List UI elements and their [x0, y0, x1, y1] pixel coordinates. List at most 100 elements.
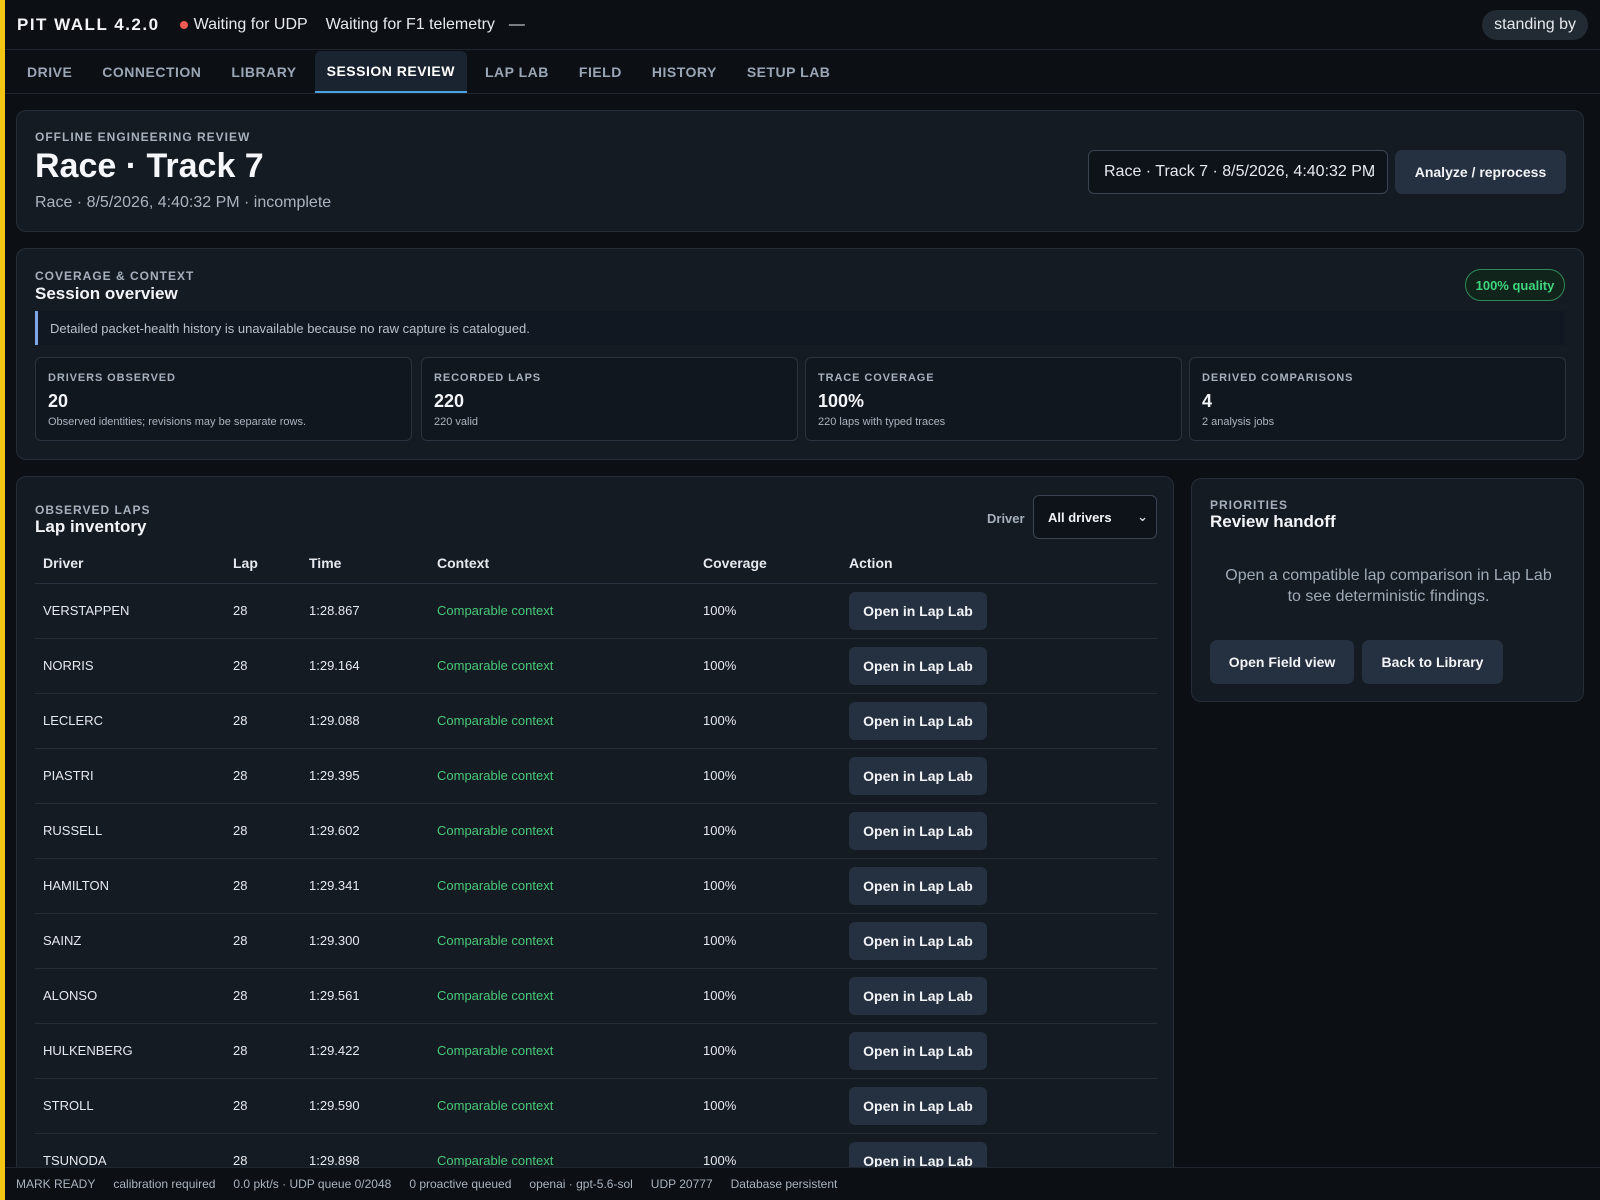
- priorities-title: Review handoff: [1210, 512, 1336, 531]
- session-header-panel: OFFLINE ENGINEERING REVIEW Race · Track …: [16, 110, 1584, 232]
- cell-lap: 28: [225, 803, 301, 859]
- lap-inventory-panel: OBSERVED LAPS Lap inventory Driver All d…: [16, 476, 1174, 1200]
- open-in-lap-lab-button[interactable]: Open in Lap Lab: [849, 646, 987, 685]
- cell-driver: LECLERC: [35, 693, 225, 749]
- table-row: HULKENBERG 28 1:29.422 Comparable context 10…: [35, 1023, 1157, 1079]
- status-model: openai · gpt-5.6-sol: [529, 1177, 633, 1191]
- standby-badge: standing by: [1482, 9, 1588, 40]
- cell-coverage: 100%: [695, 858, 841, 914]
- coverage-panel: COVERAGE & CONTEXT Session overview 100%…: [16, 248, 1584, 460]
- table-row: RUSSELL 28 1:29.602 Comparable context 100% O…: [35, 803, 1157, 859]
- column-header-action: Action: [841, 543, 1157, 584]
- table-row: STROLL 28 1:29.590 Comparable context 100% Op…: [35, 1078, 1157, 1134]
- telemetry-status: Waiting for F1 telemetry: [325, 15, 495, 33]
- cell-context: Comparable context: [429, 1023, 695, 1079]
- cell-time: 1:29.602: [301, 803, 429, 859]
- status-calibration: calibration required: [113, 1177, 216, 1191]
- tab-setup-lab[interactable]: SETUP LAB: [735, 51, 843, 93]
- column-header-coverage: Coverage: [695, 543, 841, 584]
- coverage-title: Session overview: [35, 284, 178, 303]
- udp-status-text: Waiting for UDP: [193, 15, 308, 33]
- stat-value: 220: [434, 391, 465, 411]
- cell-lap: 28: [225, 858, 301, 914]
- packet-health-notice: Detailed packet-health history is unavai…: [35, 311, 1565, 345]
- cell-context: Comparable context: [429, 803, 695, 859]
- stat-value: 20: [48, 391, 69, 411]
- priorities-eyebrow: PRIORITIES: [1210, 498, 1289, 512]
- stat-label: TRACE COVERAGE: [818, 372, 935, 384]
- cell-lap: 28: [225, 968, 301, 1024]
- coverage-eyebrow: COVERAGE & CONTEXT: [35, 269, 195, 283]
- cell-context: Comparable context: [429, 583, 695, 639]
- cell-driver: NORRIS: [35, 638, 225, 694]
- column-header-driver: Driver: [35, 543, 225, 584]
- column-header-context: Context: [429, 543, 695, 584]
- open-in-lap-lab-button[interactable]: Open in Lap Lab: [849, 1031, 987, 1070]
- stat-drivers-observed: DRIVERS OBSERVED 20 Observed identities;…: [35, 357, 412, 441]
- cell-context: Comparable context: [429, 913, 695, 969]
- table-row: NORRIS 28 1:29.164 Comparable context 100% Op…: [35, 638, 1157, 694]
- cell-time: 1:28.867: [301, 583, 429, 639]
- open-field-view-button[interactable]: Open Field view: [1210, 640, 1354, 684]
- cell-context: Comparable context: [429, 968, 695, 1024]
- session-select-value: Race · Track 7 · 8/5/2026, 4:40:32 PM: [1104, 163, 1376, 180]
- cell-time: 1:29.561: [301, 968, 429, 1024]
- status-bar: MARK READY calibration required 0.0 pkt/…: [5, 1167, 1600, 1200]
- cell-coverage: 100%: [695, 583, 841, 639]
- cell-driver: PIASTRI: [35, 748, 225, 804]
- session-select[interactable]: Race · Track 7 · 8/5/2026, 4:40:32 PM ⌄: [1088, 150, 1388, 194]
- lap-table-header: Driver Lap Time Context Coverage Action: [35, 543, 1157, 584]
- tab-session-review[interactable]: SESSION REVIEW: [314, 50, 467, 93]
- open-in-lap-lab-button[interactable]: Open in Lap Lab: [849, 1086, 987, 1125]
- column-header-lap: Lap: [225, 543, 301, 584]
- open-in-lap-lab-button[interactable]: Open in Lap Lab: [849, 811, 987, 850]
- quality-badge: 100% quality: [1465, 269, 1565, 301]
- cell-coverage: 100%: [695, 693, 841, 749]
- back-to-library-button[interactable]: Back to Library: [1362, 640, 1503, 684]
- open-in-lap-lab-button[interactable]: Open in Lap Lab: [849, 701, 987, 740]
- cell-driver: VERSTAPPEN: [35, 583, 225, 639]
- tab-lap-lab[interactable]: LAP LAB: [473, 51, 561, 93]
- tab-history[interactable]: HISTORY: [640, 51, 729, 93]
- tab-field[interactable]: FIELD: [567, 51, 634, 93]
- cell-context: Comparable context: [429, 748, 695, 804]
- cell-lap: 28: [225, 748, 301, 804]
- open-in-lap-lab-button[interactable]: Open in Lap Lab: [849, 921, 987, 960]
- top-bar: PIT WALL 4.2.0 Waiting for UDP Waiting f…: [5, 0, 1600, 50]
- stat-label: RECORDED LAPS: [434, 372, 542, 384]
- analyze-reprocess-button[interactable]: Analyze / reprocess: [1395, 150, 1566, 194]
- header-eyebrow: OFFLINE ENGINEERING REVIEW: [35, 130, 251, 144]
- driver-filter-select[interactable]: All drivers ⌄: [1033, 495, 1157, 539]
- stat-trace-coverage: TRACE COVERAGE 100% 220 laps with typed …: [805, 357, 1182, 441]
- stat-note: 220 valid: [434, 416, 479, 428]
- table-row: VERSTAPPEN 28 1:28.867 Comparable context 10…: [35, 583, 1157, 639]
- tab-library[interactable]: LIBRARY: [219, 51, 308, 93]
- cell-lap: 28: [225, 693, 301, 749]
- stat-label: DERIVED COMPARISONS: [1202, 372, 1354, 384]
- cell-lap: 28: [225, 913, 301, 969]
- cell-context: Comparable context: [429, 638, 695, 694]
- open-in-lap-lab-button[interactable]: Open in Lap Lab: [849, 591, 987, 630]
- cell-lap: 28: [225, 1078, 301, 1134]
- driver-select-value: All drivers: [1048, 509, 1112, 525]
- status-proactive-queue: 0 proactive queued: [409, 1177, 512, 1191]
- open-in-lap-lab-button[interactable]: Open in Lap Lab: [849, 756, 987, 795]
- cell-driver: SAINZ: [35, 913, 225, 969]
- open-in-lap-lab-button[interactable]: Open in Lap Lab: [849, 866, 987, 905]
- cell-context: Comparable context: [429, 693, 695, 749]
- cell-coverage: 100%: [695, 1078, 841, 1134]
- cell-time: 1:29.590: [301, 1078, 429, 1134]
- laps-title: Lap inventory: [35, 517, 147, 536]
- cell-coverage: 100%: [695, 748, 841, 804]
- stat-note: Observed identities; revisions may be se…: [48, 416, 307, 428]
- cell-coverage: 100%: [695, 913, 841, 969]
- open-in-lap-lab-button[interactable]: Open in Lap Lab: [849, 976, 987, 1015]
- stat-value: 4: [1202, 391, 1213, 411]
- tab-drive[interactable]: DRIVE: [15, 51, 84, 93]
- cell-action: Open in Lap Lab: [841, 1078, 1157, 1134]
- cell-action: Open in Lap Lab: [841, 1023, 1157, 1079]
- session-subtitle: Race · 8/5/2026, 4:40:32 PM · incomplete: [35, 194, 332, 211]
- telemetry-detail: —: [508, 15, 525, 33]
- tab-connection[interactable]: CONNECTION: [90, 51, 213, 93]
- accent-bar: [0, 0, 5, 1200]
